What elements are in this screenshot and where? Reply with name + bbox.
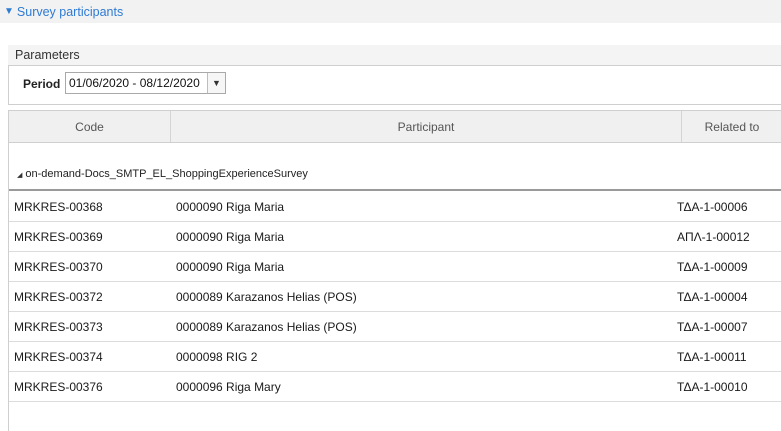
- cell-participant: 0000090 Riga Maria: [176, 200, 285, 214]
- grid-header: Code Participant Related to: [9, 110, 781, 143]
- table-row[interactable]: MRKRES-00370 0000090 Riga Maria ΤΔΑ-1-00…: [9, 252, 781, 282]
- cell-participant: 0000090 Riga Maria: [176, 230, 285, 244]
- cell-code: MRKRES-00376: [14, 380, 103, 394]
- column-header-participant[interactable]: Participant: [171, 111, 682, 142]
- section-title: Survey participants: [16, 4, 124, 19]
- cell-related-to: ΤΔΑ-1-00009: [677, 260, 748, 274]
- group-label[interactable]: ◢ on-demand-Docs_SMTP_EL_ShoppingExperien…: [17, 168, 308, 180]
- cell-code: MRKRES-00374: [14, 350, 103, 364]
- grid-rows: MRKRES-00368 0000090 Riga Maria ΤΔΑ-1-00…: [9, 192, 781, 402]
- cell-code: MRKRES-00370: [14, 260, 103, 274]
- table-row[interactable]: MRKRES-00376 0000096 Riga Mary ΤΔΑ-1-000…: [9, 372, 781, 402]
- cell-participant: 0000090 Riga Maria: [176, 260, 285, 274]
- dropdown-arrow-icon[interactable]: ▼: [207, 73, 225, 93]
- cell-code: MRKRES-00369: [14, 230, 103, 244]
- cell-participant: 0000096 Riga Mary: [176, 380, 281, 394]
- table-row[interactable]: MRKRES-00373 0000089 Karazanos Helias (P…: [9, 312, 781, 342]
- column-header-related-to[interactable]: Related to: [682, 111, 781, 142]
- column-header-code[interactable]: Code: [9, 111, 171, 142]
- cell-code: MRKRES-00368: [14, 200, 103, 214]
- table-row[interactable]: MRKRES-00369 0000090 Riga Maria ΑΠΛ-1-00…: [9, 222, 781, 252]
- cell-participant: 0000089 Karazanos Helias (POS): [176, 320, 357, 334]
- group-label-text: on-demand-Docs_SMTP_EL_ShoppingExperienc…: [25, 168, 308, 180]
- table-row[interactable]: MRKRES-00368 0000090 Riga Maria ΤΔΑ-1-00…: [9, 192, 781, 222]
- cell-participant: 0000098 RIG 2: [176, 350, 258, 364]
- expand-caret-icon[interactable]: ◢: [17, 172, 22, 179]
- cell-related-to: ΤΔΑ-1-00006: [677, 200, 748, 214]
- cell-related-to: ΤΔΑ-1-00004: [677, 290, 748, 304]
- cell-related-to: ΤΔΑ-1-00011: [677, 350, 747, 364]
- period-label: Period: [23, 77, 61, 91]
- cell-related-to: ΤΔΑ-1-00010: [677, 380, 748, 394]
- cell-code: MRKRES-00372: [14, 290, 103, 304]
- cell-participant: 0000089 Karazanos Helias (POS): [176, 290, 357, 304]
- period-value[interactable]: 01/06/2020 - 08/12/2020: [69, 76, 200, 90]
- table-row[interactable]: MRKRES-00374 0000098 RIG 2 ΤΔΑ-1-00011: [9, 342, 781, 372]
- cell-related-to: ΤΔΑ-1-00007: [677, 320, 748, 334]
- collapse-triangle-icon[interactable]: ▼: [4, 6, 14, 17]
- survey-participants-header[interactable]: ▼ Survey participants: [0, 0, 781, 23]
- group-row[interactable]: ◢ on-demand-Docs_SMTP_EL_ShoppingExperien…: [9, 143, 781, 191]
- table-row[interactable]: MRKRES-00372 0000089 Karazanos Helias (P…: [9, 282, 781, 312]
- parameters-panel: Period 01/06/2020 - 08/12/2020 ▼: [8, 65, 781, 105]
- period-select[interactable]: 01/06/2020 - 08/12/2020 ▼: [65, 72, 226, 94]
- cell-code: MRKRES-00373: [14, 320, 103, 334]
- parameters-title: Parameters: [8, 45, 781, 65]
- cell-related-to: ΑΠΛ-1-00012: [677, 230, 750, 244]
- participants-grid: Code Participant Related to ◢ on-demand-D…: [8, 110, 781, 431]
